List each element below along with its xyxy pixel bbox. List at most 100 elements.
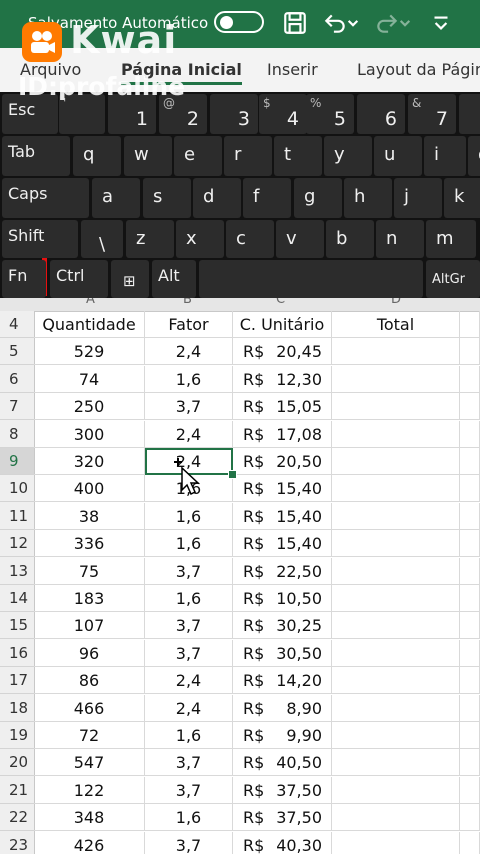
- cell-custo-unitario[interactable]: R$ 10,50: [233, 585, 332, 612]
- cell-custo-unitario[interactable]: R$ 8,90: [233, 694, 332, 722]
- key-tab[interactable]: Tab: [2, 136, 70, 176]
- cell-custo-unitario[interactable]: R$ 9,90: [233, 722, 332, 749]
- cell-empty[interactable]: [460, 502, 480, 530]
- cell-total[interactable]: [332, 557, 460, 585]
- cell-custo-unitario[interactable]: R$ 14,20: [233, 667, 332, 695]
- row-number[interactable]: 23: [0, 832, 34, 854]
- key-z[interactable]: z: [126, 220, 174, 258]
- cell-custo-unitario[interactable]: R$ 17,08: [233, 420, 332, 448]
- cell-quantidade[interactable]: 300: [34, 420, 145, 448]
- cell-empty[interactable]: [460, 749, 480, 777]
- cell-custo-unitario[interactable]: R$ 22,50: [233, 557, 332, 585]
- cell-total[interactable]: [332, 804, 460, 832]
- cell-quantidade[interactable]: 348: [34, 804, 145, 832]
- cell-total[interactable]: [332, 393, 460, 421]
- row-number[interactable]: 11: [0, 503, 34, 530]
- cell-custo-unitario[interactable]: R$ 15,05: [233, 393, 332, 421]
- cell-fator[interactable]: 3,7: [145, 639, 233, 667]
- column-header-c[interactable]: C: [276, 298, 285, 307]
- cell-total[interactable]: [332, 776, 460, 804]
- header-cell-custo-unitario[interactable]: C. Unitário: [233, 311, 332, 338]
- column-header-d[interactable]: D: [391, 298, 401, 307]
- cell-custo-unitario[interactable]: R$ 30,25: [233, 612, 332, 640]
- cell-empty[interactable]: [460, 722, 480, 749]
- cell-fator[interactable]: 1,6: [145, 722, 233, 749]
- row-number[interactable]: 14: [0, 585, 34, 612]
- cell-quantidade[interactable]: 38: [34, 502, 145, 530]
- key-h[interactable]: h: [344, 178, 392, 218]
- key-symbol[interactable]: ⊞: [111, 260, 149, 298]
- cell-empty[interactable]: [460, 804, 480, 832]
- key-g[interactable]: g: [294, 178, 342, 218]
- cell-custo-unitario[interactable]: R$ 40,50: [233, 749, 332, 777]
- key-4[interactable]: 4 $: [259, 94, 307, 134]
- cell-fator[interactable]: 3,7: [145, 749, 233, 777]
- key-fn[interactable]: Fn: [2, 260, 46, 298]
- cell-quantidade[interactable]: 466: [34, 694, 145, 722]
- row-number[interactable]: 9: [0, 448, 34, 475]
- tab-inserir[interactable]: Inserir: [267, 60, 318, 79]
- key-w[interactable]: w: [124, 136, 172, 176]
- cell-total[interactable]: [332, 694, 460, 722]
- cell-custo-unitario[interactable]: R$ 15,40: [233, 530, 332, 558]
- key-f[interactable]: f: [243, 178, 291, 218]
- cell-total[interactable]: [332, 530, 460, 558]
- cell-quantidade[interactable]: 400: [34, 475, 145, 503]
- cell-quantidade[interactable]: 107: [34, 612, 145, 640]
- key-6[interactable]: 6: [357, 94, 405, 134]
- cell-quantidade[interactable]: 547: [34, 749, 145, 777]
- key-t[interactable]: t: [274, 136, 322, 176]
- cell-total[interactable]: [332, 639, 460, 667]
- header-cell-quantidade[interactable]: Quantidade: [34, 311, 145, 338]
- row-number[interactable]: 17: [0, 667, 34, 695]
- cell-empty[interactable]: [460, 365, 480, 393]
- cell-quantidade[interactable]: 96: [34, 639, 145, 667]
- cell-quantidade[interactable]: 529: [34, 338, 145, 366]
- cell-fator[interactable]: 1,6: [145, 502, 233, 530]
- cell-custo-unitario[interactable]: R$ 37,50: [233, 776, 332, 804]
- key-8[interactable]: 8: [459, 94, 480, 134]
- key-x[interactable]: x: [176, 220, 224, 258]
- cell-total[interactable]: [332, 749, 460, 777]
- key-symbol[interactable]: \: [81, 220, 123, 258]
- cell-empty[interactable]: [460, 420, 480, 448]
- cell-custo-unitario[interactable]: R$ 20,50: [233, 448, 332, 475]
- cell-custo-unitario[interactable]: R$ 15,40: [233, 475, 332, 503]
- key-r[interactable]: r: [224, 136, 272, 176]
- key-5[interactable]: 5%: [306, 94, 354, 134]
- cell-custo-unitario[interactable]: R$ 12,30: [233, 365, 332, 393]
- cell-total[interactable]: [332, 448, 460, 475]
- cell-empty[interactable]: [460, 338, 480, 366]
- cell-custo-unitario[interactable]: R$ 15,40: [233, 502, 332, 530]
- row-number[interactable]: 6: [0, 366, 34, 393]
- row-number[interactable]: 20: [0, 749, 34, 777]
- cell-fator[interactable]: 1,6: [145, 585, 233, 612]
- cell-fator[interactable]: 1,6: [145, 365, 233, 393]
- key-shift[interactable]: Shift: [2, 220, 78, 258]
- redo-dropdown-icon[interactable]: [398, 10, 412, 36]
- cell-quantidade[interactable]: 336: [34, 530, 145, 558]
- cell-empty[interactable]: [460, 776, 480, 804]
- cell-empty[interactable]: [460, 448, 480, 475]
- cell-quantidade[interactable]: 122: [34, 776, 145, 804]
- cell-fator[interactable]: 2,4: [145, 338, 233, 366]
- cell-quantidade[interactable]: 74: [34, 365, 145, 393]
- cell-total[interactable]: [332, 612, 460, 640]
- undo-dropdown-icon[interactable]: [346, 10, 360, 36]
- cell-fator[interactable]: 2,4: [145, 420, 233, 448]
- column-header-a[interactable]: A: [86, 298, 95, 307]
- key-s[interactable]: s: [143, 178, 191, 218]
- cell-total[interactable]: [332, 420, 460, 448]
- key-d[interactable]: d: [193, 178, 241, 218]
- column-header-b[interactable]: B: [183, 298, 192, 307]
- cell-fator[interactable]: 2,4: [145, 667, 233, 695]
- row-number[interactable]: 5: [0, 338, 34, 366]
- key-y[interactable]: y: [324, 136, 372, 176]
- cell-empty[interactable]: [460, 639, 480, 667]
- cell-total[interactable]: [332, 475, 460, 503]
- cell-custo-unitario[interactable]: R$ 40,30: [233, 831, 332, 854]
- row-number[interactable]: 10: [0, 475, 34, 503]
- key-7[interactable]: 7 &: [408, 94, 456, 134]
- cell-total[interactable]: [332, 585, 460, 612]
- cell-fator[interactable]: 3,7: [145, 776, 233, 804]
